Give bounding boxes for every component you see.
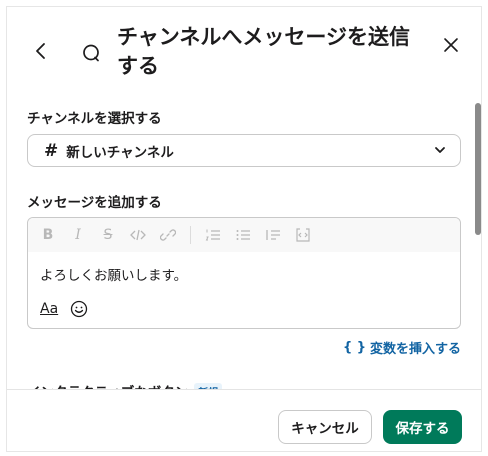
dialog-body: チャンネルを選択する # 新しいチャンネル メッセージを追加する B I S よ… <box>7 97 481 389</box>
interactive-buttons-section: インタラクティブなボタン 新規 <box>27 381 223 389</box>
braces-icon: { } <box>342 340 366 355</box>
text-format-button[interactable]: Aa <box>40 301 58 317</box>
dialog-title: チャンネルへメッセージを送信する <box>117 25 410 78</box>
cancel-button[interactable]: キャンセル <box>278 410 372 444</box>
bold-icon[interactable]: B <box>40 227 56 243</box>
channel-label: チャンネルを選択する <box>27 111 162 127</box>
ordered-list-icon[interactable] <box>205 227 221 243</box>
message-label: メッセージを追加する <box>27 195 162 211</box>
insert-variable-label: 変数を挿入する <box>369 342 461 357</box>
toolbar-divider <box>190 226 191 244</box>
channel-select[interactable]: # 新しいチャンネル <box>27 134 461 167</box>
speech-bubble-icon <box>83 44 99 62</box>
back-button[interactable] <box>29 39 53 63</box>
chevron-left-icon <box>36 43 45 59</box>
quote-icon[interactable] <box>265 227 281 243</box>
dialog-header: チャンネルへメッセージを送信する <box>7 7 481 97</box>
editor-footer: Aa <box>40 300 88 318</box>
scrollbar-thumb[interactable] <box>475 103 481 235</box>
interactive-buttons-label: インタラクティブなボタン <box>27 381 188 389</box>
insert-variable-button[interactable]: { } 変数を挿入する <box>343 338 461 357</box>
code-icon[interactable] <box>130 227 146 243</box>
italic-icon[interactable]: I <box>70 227 86 243</box>
message-editor[interactable]: B I S よろしくお願いします。 Aa <box>27 217 461 329</box>
dialog-footer: キャンセル 保存する <box>7 390 481 451</box>
close-button[interactable] <box>439 33 463 57</box>
code-block-icon[interactable] <box>295 227 311 243</box>
selected-channel: 新しいチャンネル <box>66 144 174 161</box>
save-button[interactable]: 保存する <box>383 410 462 444</box>
strikethrough-icon[interactable]: S <box>100 227 116 243</box>
chevron-down-icon <box>435 147 445 153</box>
message-text[interactable]: よろしくお願いします。 <box>40 264 187 284</box>
bulleted-list-icon[interactable] <box>235 227 251 243</box>
emoji-icon[interactable] <box>70 300 88 318</box>
formatting-toolbar: B I S <box>28 218 460 252</box>
hash-icon: # <box>44 140 59 161</box>
dialog: チャンネルへメッセージを送信する チャンネルを選択する # 新しいチャンネル メ… <box>6 6 482 452</box>
link-icon[interactable] <box>160 227 176 243</box>
close-icon <box>444 38 458 52</box>
